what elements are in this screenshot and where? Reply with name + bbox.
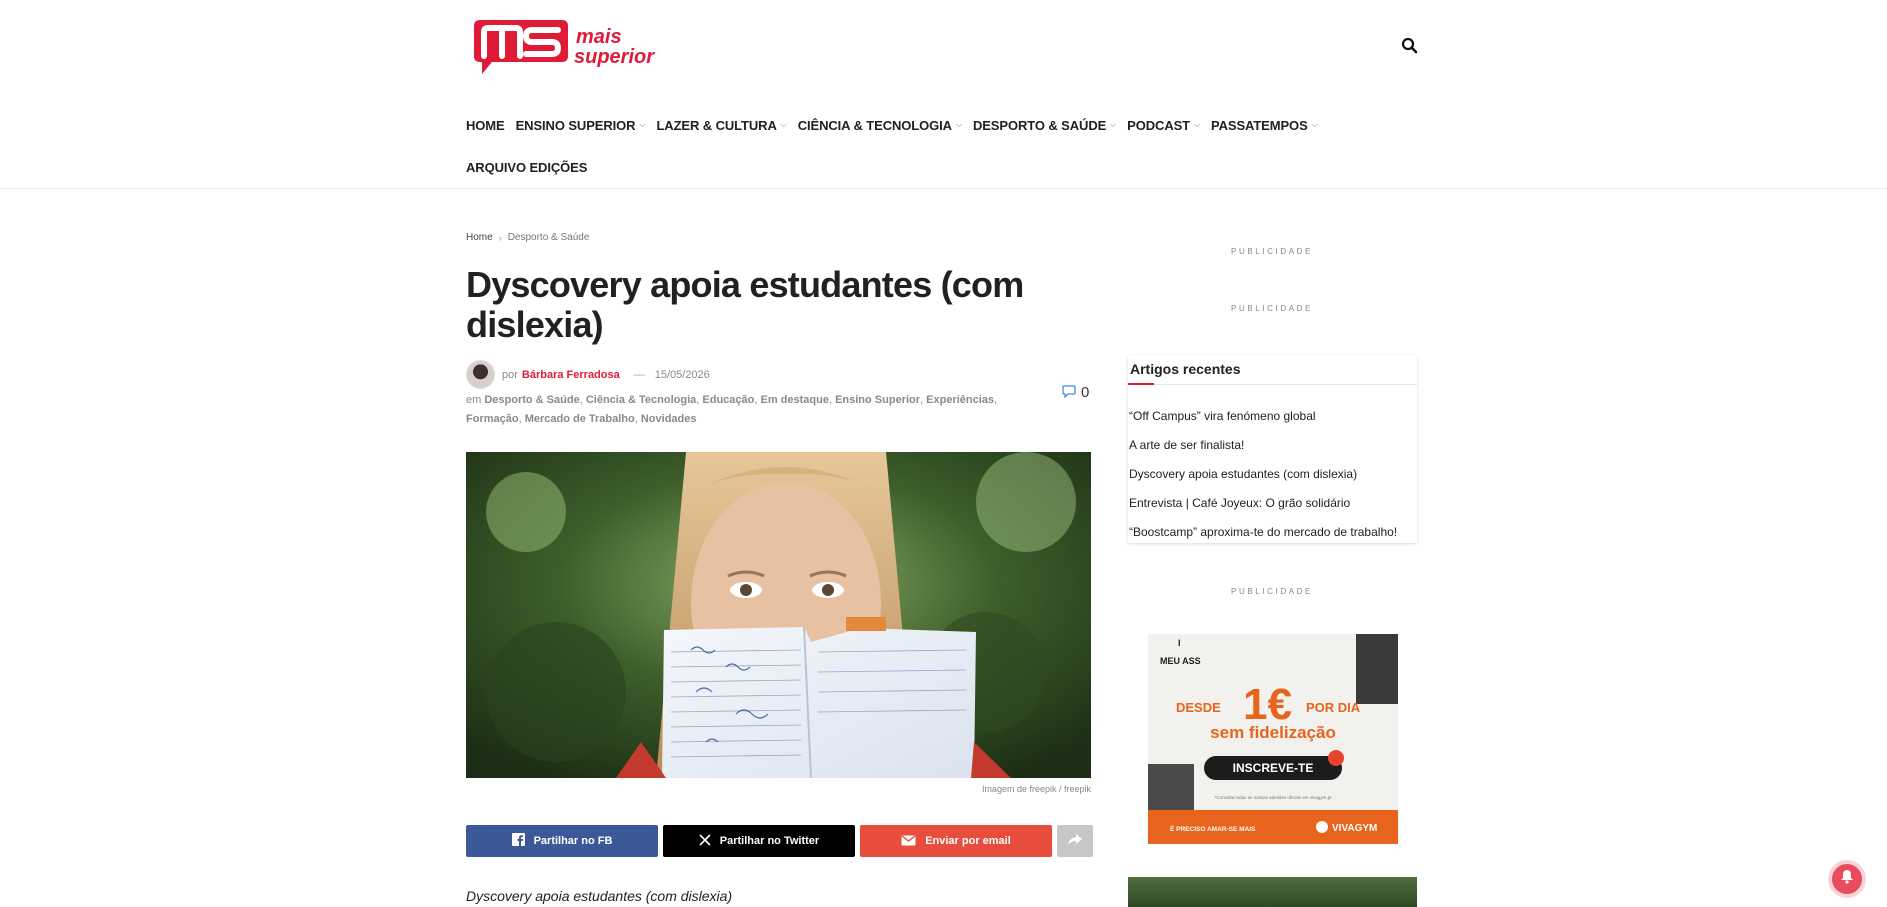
logo-text-bottom: superior	[574, 46, 655, 68]
category-link[interactable]: Ciência & Tecnologia	[586, 394, 696, 406]
x-logo-icon	[699, 833, 711, 849]
sidebar-image-banner[interactable]	[1128, 877, 1417, 907]
nav-item-desporto-sa-de[interactable]: DESPORTO & SAÚDE ⌵	[973, 118, 1116, 133]
promo-tag-line: MEU ASS	[1160, 656, 1201, 666]
recent-article-link[interactable]: Dyscovery apoia estudantes (com dislexia…	[1128, 467, 1417, 496]
breadcrumb-home-link[interactable]: Home	[466, 232, 493, 243]
ad-label: PUBLICIDADE	[1231, 587, 1313, 596]
breadcrumb: Home › Desporto & Saúde	[466, 232, 589, 243]
share-twitter-button[interactable]: Partilhar no Twitter	[663, 825, 855, 857]
share-more-button[interactable]	[1057, 825, 1093, 857]
article-title: Dyscovery apoia estudantes (com dislexia…	[466, 264, 1024, 345]
vivagym-ad-banner[interactable]: I MEU ASS DESDE 1€ POR DIA sem fidelizaç…	[1148, 634, 1398, 844]
chevron-down-icon: ⌵	[1110, 120, 1117, 129]
article-featured-image	[466, 452, 1091, 778]
nav-item-lazer-cultura[interactable]: LAZER & CULTURA ⌵	[656, 118, 786, 133]
category-link[interactable]: Educação	[702, 394, 754, 406]
nav-item-label: CIÊNCIA & TECNOLOGIA	[797, 117, 952, 133]
promo-por-dia: POR DIA	[1306, 700, 1361, 715]
category-link[interactable]: Desporto & Saúde	[484, 394, 579, 406]
comment-bubble-icon	[1062, 384, 1076, 401]
category-link[interactable]: Ensino Superior	[835, 394, 920, 406]
byline-prefix: por	[502, 368, 518, 381]
share-facebook-button[interactable]: Partilhar no FB	[466, 825, 658, 857]
logo-text-top: mais	[576, 26, 622, 48]
comments-count-link[interactable]: 0	[1062, 384, 1089, 401]
site-logo[interactable]: mais superior	[470, 18, 690, 76]
article-intro: Dyscovery apoia estudantes (com dislexia…	[466, 888, 733, 904]
nav-item-label: PODCAST	[1127, 117, 1191, 133]
facebook-icon	[511, 833, 525, 849]
promo-small-print: *Consulta todas as nossas adesões oficia…	[1215, 795, 1333, 800]
article-meta: por Bárbara Ferradosa — 15/05/2026	[466, 360, 710, 389]
share-twitter-label: Partilhar no Twitter	[719, 835, 820, 847]
recent-article-link[interactable]: “Boostcamp” aproxima-te do mercado de tr…	[1128, 525, 1417, 554]
promo-brand: VIVAGYM	[1332, 823, 1377, 834]
chevron-down-icon: ⌵	[1311, 120, 1318, 129]
author-link[interactable]: Bárbara Ferradosa	[522, 369, 620, 381]
bell-icon	[1840, 869, 1854, 889]
category-link[interactable]: Novidades	[641, 413, 697, 425]
article-categories: em Desporto & Saúde, Ciência & Tecnologi…	[466, 394, 998, 425]
category-link[interactable]: Em destaque	[760, 394, 828, 406]
nav-item-label: PASSATEMPOS	[1210, 117, 1308, 133]
category-link[interactable]: Experiências	[926, 394, 994, 406]
nav-item-arquivo-edi-es[interactable]: ARQUIVO EDIÇÕES	[466, 160, 587, 175]
ad-label: PUBLICIDADE	[1231, 304, 1313, 313]
nav-item-ensino-superior[interactable]: ENSINO SUPERIOR ⌵	[516, 118, 646, 133]
main-navigation: HOME ENSINO SUPERIOR ⌵ LAZER & CULTURA ⌵ CIÊN…	[466, 112, 1426, 196]
category-link[interactable]: Formação	[466, 413, 519, 425]
author-avatar[interactable]	[466, 360, 495, 389]
nav-item-label: LAZER & CULTURA	[656, 117, 777, 133]
ad-label: PUBLICIDADE	[1231, 247, 1313, 256]
nav-item-label: ARQUIVO EDIÇÕES	[466, 159, 588, 175]
promo-footer-text: É PRECISO AMAR-SE MAIS	[1170, 824, 1256, 833]
chevron-down-icon: ⌵	[1194, 120, 1200, 129]
search-icon[interactable]	[1400, 36, 1420, 56]
nav-row: HOME ENSINO SUPERIOR ⌵ LAZER & CULTURA ⌵ CIÊN…	[466, 112, 1426, 138]
nav-item-passatempos[interactable]: PASSATEMPOS ⌵	[1211, 118, 1318, 133]
recent-article-link[interactable]: A arte de ser finalista!	[1128, 438, 1417, 467]
meta-separator: —	[633, 368, 645, 381]
chevron-down-icon: ⌵	[639, 120, 646, 129]
chevron-down-icon: ⌵	[780, 120, 787, 129]
categories-prefix: em	[466, 394, 482, 406]
site-header: mais superior HOME ENSINO SUPERIOR ⌵ LAZER …	[0, 0, 1887, 189]
category-link[interactable]: Mercado de Trabalho	[525, 413, 635, 425]
comments-count: 0	[1081, 384, 1090, 401]
promo-cta: INSCREVE-TE	[1233, 761, 1314, 775]
promo-headline: sem fidelização	[1210, 723, 1336, 742]
chevron-right-icon: ›	[498, 232, 502, 243]
image-caption: Imagem de freepik / freepik	[981, 784, 1091, 794]
share-facebook-label: Partilhar no FB	[533, 835, 613, 847]
promo-price: 1€	[1243, 680, 1292, 729]
recent-article-link[interactable]: “Off Campus” vira fenómeno global	[1128, 409, 1417, 438]
envelope-icon	[901, 834, 916, 849]
nav-item-label: DESPORTO & SAÚDE	[972, 117, 1107, 133]
notification-bell-button[interactable]	[1832, 864, 1862, 894]
share-email-label: Enviar por email	[925, 835, 1011, 847]
recent-article-link[interactable]: Entrevista | Café Joyeux: O grão solidár…	[1128, 496, 1417, 525]
nav-item-ci-ncia-tecnologia[interactable]: CIÊNCIA & TECNOLOGIA ⌵	[798, 118, 962, 133]
nav-item-label: ENSINO SUPERIOR	[515, 117, 636, 133]
share-arrow-icon	[1067, 833, 1083, 850]
share-bar: Partilhar no FB Partilhar no Twitter Env…	[466, 825, 1098, 857]
nav-item-podcast[interactable]: PODCAST ⌵	[1127, 118, 1200, 133]
chevron-down-icon: ⌵	[955, 120, 962, 129]
widget-title: Artigos recentes	[1128, 355, 1417, 385]
recent-articles-widget: Artigos recentes “Off Campus” vira fenóm…	[1128, 355, 1417, 543]
breadcrumb-current[interactable]: Desporto & Saúde	[508, 232, 590, 243]
promo-tag-i: I	[1178, 638, 1181, 648]
recent-articles-list: “Off Campus” vira fenómeno global A arte …	[1128, 385, 1417, 554]
article-date: 15/05/2026	[654, 368, 710, 381]
nav-row: ARQUIVO EDIÇÕES	[466, 154, 1426, 180]
nav-item-home[interactable]: HOME	[466, 118, 505, 133]
share-email-button[interactable]: Enviar por email	[860, 825, 1052, 857]
promo-desde: DESDE	[1176, 700, 1221, 715]
nav-item-label: HOME	[466, 117, 505, 133]
